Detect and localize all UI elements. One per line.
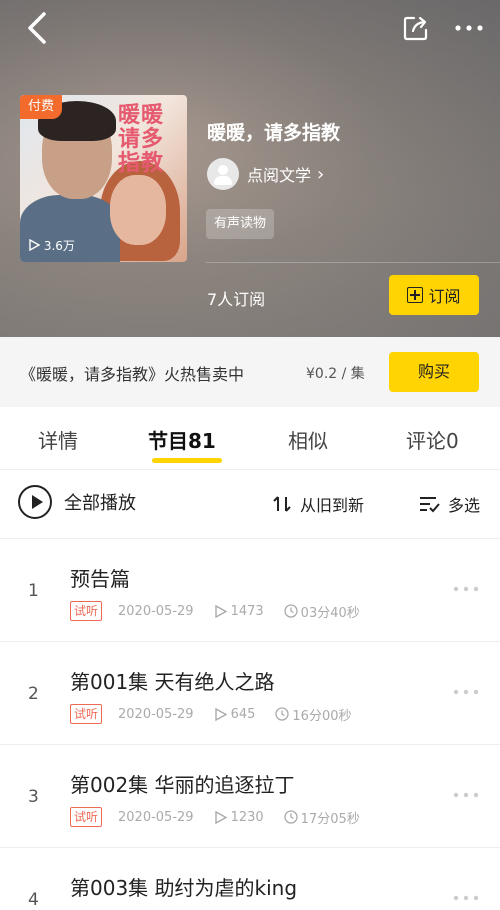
cover-play-count-value: 3.6万 [43,239,75,253]
episode-number: 4 [28,890,39,910]
sort-icon [273,496,291,512]
subscribe-button[interactable]: 订阅 [389,275,479,315]
cover-title: 暖暖请多指教 [118,102,165,176]
subscribe-label: 订阅 [428,287,461,306]
chevron-right-icon: › [317,163,325,185]
episode-number: 3 [28,787,39,807]
play-all-button[interactable]: 全部播放 [18,485,136,519]
purchase-text: 《暖暖，请多指教》火热售卖中 [20,365,245,384]
episode-play-count: 645 [230,706,256,722]
episode-number: 1 [28,581,39,601]
list-toolbar: 全部播放 从旧到新 多选 [0,470,500,539]
episode-plays: 645 [214,706,256,722]
multi-select-label: 多选 [448,496,481,515]
more-icon[interactable] [452,14,486,42]
episode-title: 预告篇 [70,567,130,591]
play-count-icon [214,810,227,824]
tab-bar: 详情 节目81 相似 评论0 [0,407,500,470]
play-count-icon [214,604,227,618]
trial-badge: 试听 [70,601,103,621]
item-more-icon[interactable] [452,688,480,696]
cover-play-count: 3.6万 [28,237,75,254]
share-icon[interactable] [402,14,430,42]
episode-play-count: 1473 [230,603,264,619]
item-more-icon[interactable] [452,894,480,902]
play-all-label: 全部播放 [64,493,136,514]
episode-date: 2020-05-29 [118,603,194,619]
multi-select-icon [420,497,440,513]
item-more-icon[interactable] [452,791,480,799]
purchase-bar: 《暖暖，请多指教》火热售卖中 ¥0.2 / 集 购买 [0,337,500,407]
episode-title: 第001集 天有绝人之路 [70,670,275,694]
tab-details[interactable]: 详情 [38,425,78,454]
tab-episodes[interactable]: 节目81 [148,425,216,454]
tab-similar[interactable]: 相似 [288,425,328,454]
author-avatar [207,158,239,190]
author-name: 点阅文学 [247,166,312,185]
sort-button[interactable]: 从旧到新 [272,492,364,516]
trial-badge: 试听 [70,807,103,827]
divider [206,262,500,263]
paid-badge: 付费 [20,95,63,119]
episode-plays: 1473 [214,604,264,619]
episode-row[interactable]: 4 第003集 助纣为虐的king [0,848,500,910]
sort-label: 从旧到新 [300,496,365,515]
episode-row[interactable]: 2 第001集 天有绝人之路 试听 2020-05-29 645 16分00秒 [0,642,500,745]
active-tab-indicator [152,458,222,463]
clock-icon [284,604,298,618]
back-icon[interactable] [22,10,56,46]
top-bar [0,0,500,56]
episode-date: 2020-05-29 [118,809,194,825]
episode-duration: 03分40秒 [284,602,360,621]
play-circle-icon [18,485,52,519]
album-cover[interactable]: 暖暖请多指教 付费 3.6万 [20,95,187,262]
cover-art-figure [110,175,166,245]
episode-meta: 试听 2020-05-29 645 16分00秒 [70,704,352,724]
episode-row[interactable]: 3 第002集 华丽的追逐拉丁 试听 2020-05-29 1230 17分05… [0,745,500,848]
play-count-icon [29,238,41,252]
episode-row[interactable]: 1 预告篇 试听 2020-05-29 1473 03分40秒 [0,539,500,642]
episode-duration: 16分00秒 [275,705,352,724]
episode-title: 第002集 华丽的追逐拉丁 [70,773,295,797]
subscriber-count: 7人订阅 [207,290,266,309]
tab-comments[interactable]: 评论0 [406,425,459,454]
clock-icon [284,810,298,824]
episode-play-count: 1230 [230,809,264,825]
item-more-icon[interactable] [452,585,480,593]
multi-select-button[interactable]: 多选 [418,492,480,516]
purchase-price: ¥0.2 / 集 [306,366,365,382]
episode-title: 第003集 助纣为虐的king [70,876,298,900]
category-tag[interactable]: 有声读物 [206,209,275,239]
episode-duration: 17分05秒 [284,808,360,827]
add-icon [407,287,424,303]
episode-duration-value: 03分40秒 [300,605,360,621]
album-title: 暖暖，请多指教 [207,122,341,144]
clock-icon [275,707,290,721]
episode-duration-value: 16分00秒 [292,708,352,724]
buy-button[interactable]: 购买 [389,352,479,392]
episode-date: 2020-05-29 [118,706,194,722]
episode-number: 2 [28,684,39,704]
trial-badge: 试听 [70,704,103,724]
episode-meta: 试听 2020-05-29 1230 17分05秒 [70,807,360,827]
episode-meta: 试听 2020-05-29 1473 03分40秒 [70,601,360,621]
episode-duration-value: 17分05秒 [300,811,360,827]
episode-plays: 1230 [214,810,264,825]
author-link[interactable]: 点阅文学 › [207,157,324,191]
play-count-icon [214,707,227,721]
